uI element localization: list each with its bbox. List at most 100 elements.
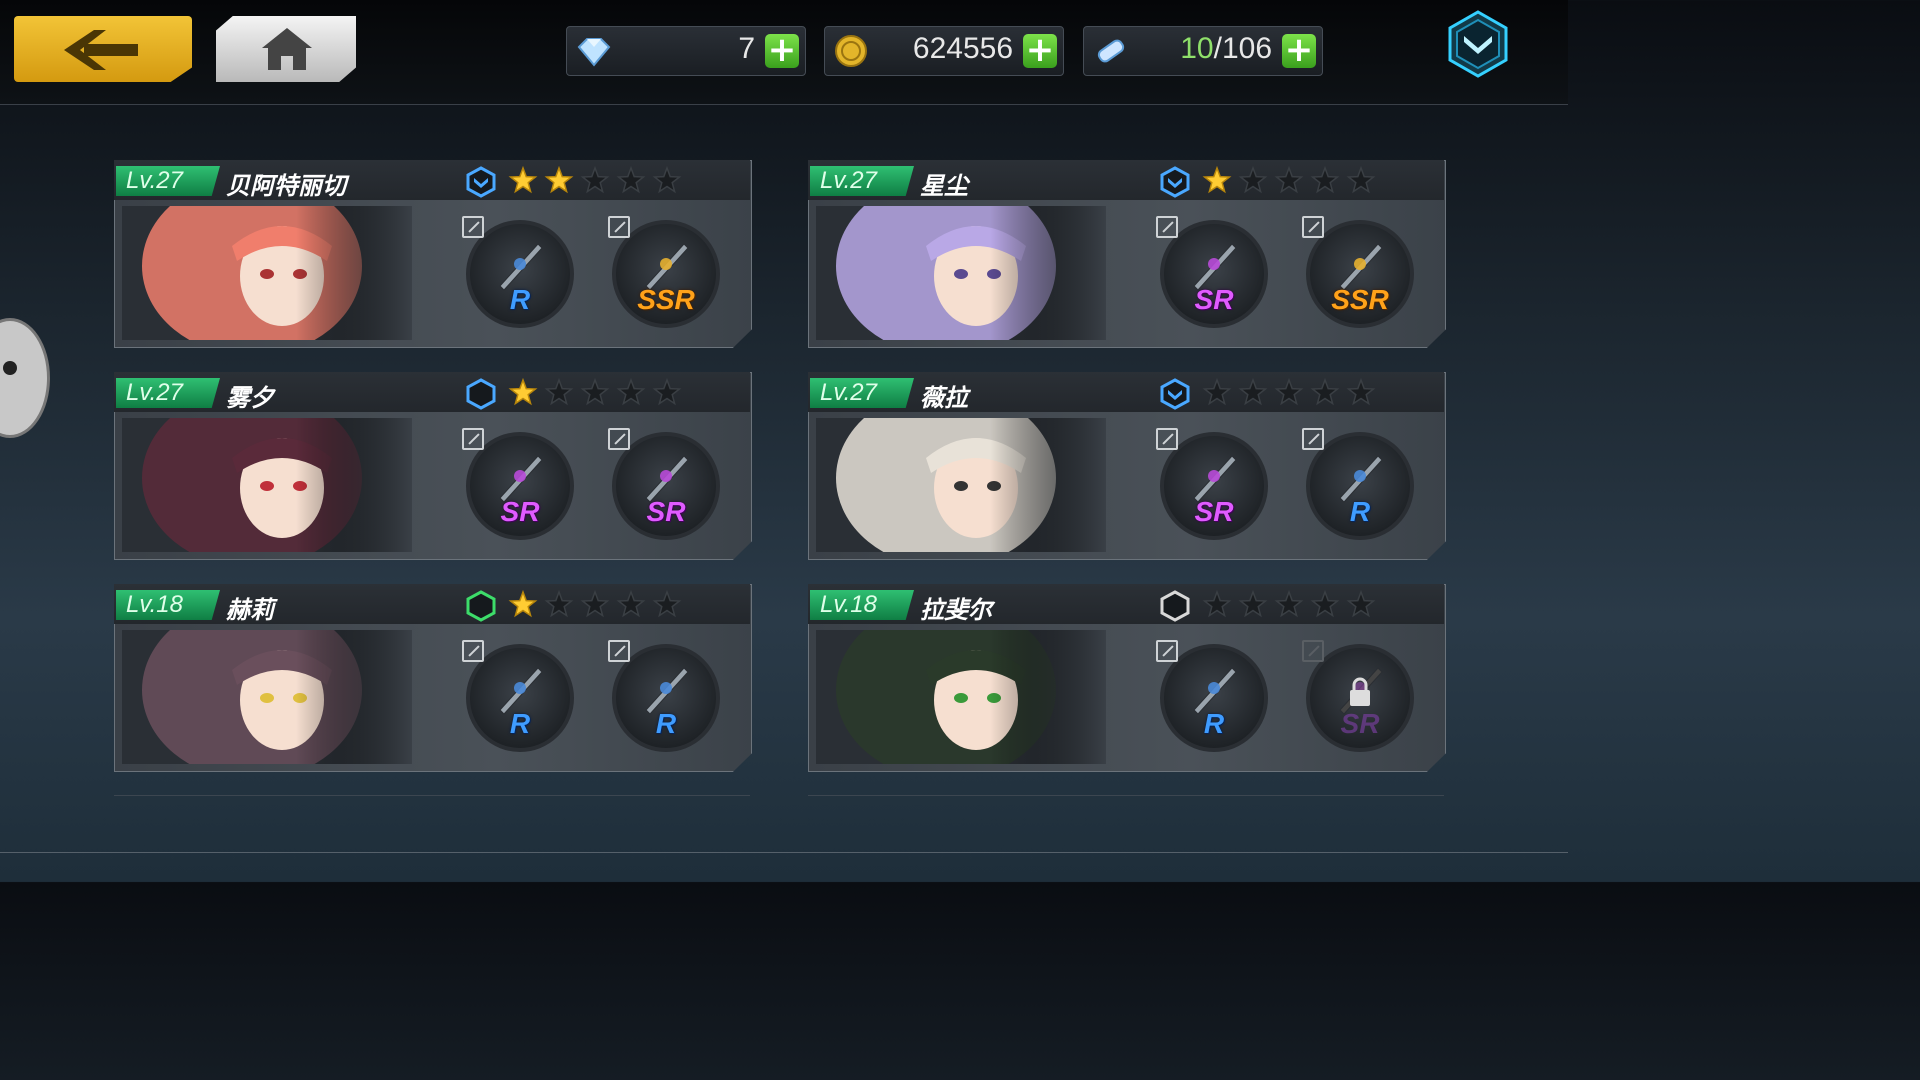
star-empty-icon — [1346, 166, 1376, 194]
character-portrait[interactable] — [122, 418, 412, 552]
weapon-slot[interactable]: SSR — [1302, 216, 1414, 328]
edit-weapon-icon[interactable] — [608, 216, 630, 238]
character-card[interactable]: Lv.27 薇拉 SR R — [808, 372, 1446, 560]
star-empty-icon — [1238, 590, 1268, 618]
gold-count: 624556 — [912, 32, 1013, 65]
weapon-slot[interactable]: SR — [1302, 640, 1414, 752]
star-empty-icon — [1346, 378, 1376, 406]
star-empty-icon — [580, 590, 610, 618]
character-card[interactable]: Lv.27 雾夕 SR SR — [114, 372, 752, 560]
star-empty-icon — [544, 378, 574, 406]
star-filled-icon — [508, 166, 538, 194]
add-gems-button[interactable]: + — [765, 33, 799, 68]
edit-weapon-icon[interactable] — [462, 428, 484, 450]
character-card[interactable]: Lv.18 赫莉 R R — [114, 584, 752, 772]
rank-chevron-hex-icon — [1160, 166, 1190, 198]
star-empty-icon — [652, 590, 682, 618]
side-mascot-tab[interactable] — [0, 318, 50, 438]
divider — [114, 795, 750, 796]
character-portrait[interactable] — [122, 206, 412, 340]
character-portrait[interactable] — [816, 418, 1106, 552]
star-empty-icon — [616, 166, 646, 194]
edit-weapon-icon[interactable] — [1156, 216, 1178, 238]
star-empty-icon — [580, 378, 610, 406]
character-name: 星尘 — [920, 172, 968, 200]
level-badge: Lv.27 — [810, 378, 914, 408]
weapon-slot[interactable]: SR — [608, 428, 720, 540]
gem-counter: 7 + — [566, 26, 806, 76]
add-stamina-button[interactable]: + — [1282, 33, 1316, 68]
weapon-rarity-label: R — [509, 708, 531, 739]
menu-toggle-button[interactable] — [1446, 10, 1510, 78]
star-filled-icon — [508, 590, 538, 618]
character-name: 拉斐尔 — [920, 596, 992, 624]
character-name: 雾夕 — [226, 384, 274, 412]
edit-weapon-icon[interactable] — [1156, 640, 1178, 662]
weapon-slot[interactable]: SSR — [608, 216, 720, 328]
character-name: 赫莉 — [226, 596, 274, 624]
stamina-counter: 10/106 + — [1083, 26, 1323, 76]
character-portrait[interactable] — [816, 630, 1106, 764]
star-filled-icon — [508, 378, 538, 406]
home-icon — [262, 28, 312, 70]
weapon-slot[interactable]: SR — [462, 428, 574, 540]
weapon-slot[interactable]: R — [1302, 428, 1414, 540]
weapon-slot[interactable]: SR — [1156, 216, 1268, 328]
star-empty-icon — [1238, 166, 1268, 194]
chevron-left-icon — [64, 30, 138, 70]
character-card[interactable]: Lv.18 拉斐尔 R SR — [808, 584, 1446, 772]
gold-counter: 624556 + — [824, 26, 1064, 76]
weapon-rarity-label: SR — [500, 496, 540, 527]
edit-weapon-icon[interactable] — [1302, 216, 1324, 238]
edit-weapon-icon[interactable] — [462, 216, 484, 238]
star-empty-icon — [1274, 166, 1304, 194]
character-name: 薇拉 — [920, 384, 968, 412]
weapon-rarity-label: SSR — [637, 284, 695, 315]
character-portrait[interactable] — [816, 206, 1106, 340]
weapon-slot[interactable]: SR — [1156, 428, 1268, 540]
weapon-rarity-label: SR — [1194, 284, 1234, 315]
weapon-slot[interactable]: R — [608, 640, 720, 752]
star-empty-icon — [616, 378, 646, 406]
star-rating — [508, 378, 682, 406]
edit-weapon-icon[interactable] — [1302, 640, 1324, 662]
add-gold-button[interactable]: + — [1023, 33, 1057, 68]
back-button[interactable] — [14, 16, 192, 82]
character-name: 贝阿特丽切 — [226, 172, 346, 200]
rank-hex-icon — [466, 378, 496, 410]
gem-count: 7 — [738, 32, 755, 65]
star-empty-icon — [1310, 590, 1340, 618]
bottom-divider — [0, 852, 1568, 853]
edit-weapon-icon[interactable] — [462, 640, 484, 662]
edit-weapon-icon[interactable] — [1156, 428, 1178, 450]
star-empty-icon — [580, 166, 610, 194]
portrait-art — [816, 630, 1106, 764]
character-portrait[interactable] — [122, 630, 412, 764]
weapon-slot[interactable]: R — [1156, 640, 1268, 752]
character-card[interactable]: Lv.27 贝阿特丽切 R SSR — [114, 160, 752, 348]
rank-hex-icon — [1160, 590, 1190, 622]
star-empty-icon — [1310, 166, 1340, 194]
mascot-eye — [3, 361, 17, 375]
home-button[interactable] — [216, 16, 356, 82]
level-badge: Lv.27 — [116, 166, 220, 196]
character-card[interactable]: Lv.27 星尘 SR SSR — [808, 160, 1446, 348]
ticket-icon — [1097, 39, 1125, 63]
weapon-slot[interactable]: R — [462, 216, 574, 328]
weapon-rarity-label: SR — [1194, 496, 1234, 527]
star-empty-icon — [1346, 590, 1376, 618]
level-badge: Lv.18 — [810, 590, 914, 620]
star-rating — [508, 590, 682, 618]
star-filled-icon — [1202, 166, 1232, 194]
portrait-art — [816, 206, 1106, 340]
gold-coin-icon — [835, 35, 867, 67]
star-empty-icon — [1202, 378, 1232, 406]
edit-weapon-icon[interactable] — [608, 640, 630, 662]
weapon-rarity-label: R — [1203, 708, 1225, 739]
portrait-art — [122, 630, 412, 764]
star-empty-icon — [652, 378, 682, 406]
weapon-slot[interactable]: R — [462, 640, 574, 752]
edit-weapon-icon[interactable] — [608, 428, 630, 450]
edit-weapon-icon[interactable] — [1302, 428, 1324, 450]
gem-icon — [577, 38, 611, 67]
